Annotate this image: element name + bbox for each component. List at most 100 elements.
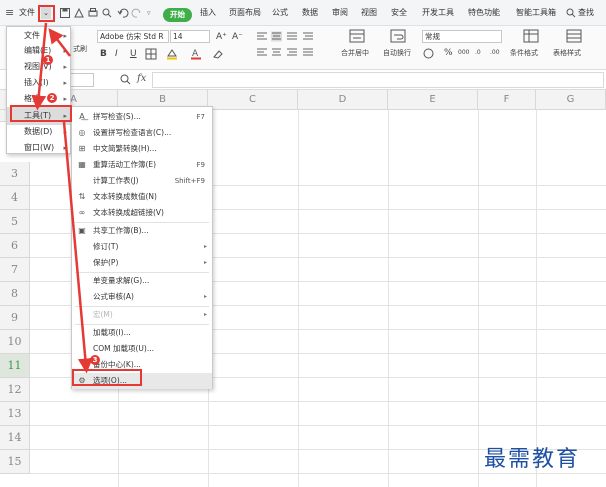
- ribbon-toolbar: 式刷 Adobe 仿宋 Std R 14 A⁺ A⁻ B I U A 合并居中 …: [0, 26, 606, 70]
- menu-item-recalculate-workbook[interactable]: ▦ 重算活动工作簿(E) F9: [72, 157, 212, 173]
- customize-toolbar-chevron-icon[interactable]: ▿: [147, 0, 151, 26]
- row-header-13[interactable]: 13: [0, 402, 30, 426]
- menu-item-formula-auditing[interactable]: 公式审核(A) ▸: [72, 289, 212, 305]
- conditional-format-label[interactable]: 条件格式: [510, 48, 538, 58]
- row-header-10[interactable]: 10: [0, 330, 30, 354]
- menu-item-label: 共享工作簿(B)...: [93, 226, 149, 235]
- menu-item-protect[interactable]: 保护(P) ▸: [72, 255, 212, 271]
- chinese-conversion-icon: ⊞: [78, 144, 86, 153]
- italic-button[interactable]: I: [115, 48, 118, 60]
- number-format-select[interactable]: 常规: [422, 30, 502, 43]
- file-menu-button[interactable]: 文件: [19, 0, 35, 26]
- export-icon[interactable]: [73, 7, 85, 19]
- tab-view[interactable]: 视图: [361, 0, 377, 26]
- row-header-5[interactable]: 5: [0, 210, 30, 234]
- save-icon[interactable]: [59, 7, 71, 19]
- tab-smart-toolbox[interactable]: 智能工具箱: [516, 0, 556, 26]
- menu-item-label: 拼写检查(S)...: [93, 112, 141, 121]
- column-header-c[interactable]: C: [208, 90, 298, 110]
- menu-item-shortcut: F9: [196, 161, 205, 169]
- table-style-icon[interactable]: [566, 29, 582, 43]
- tab-home[interactable]: 开始: [163, 8, 192, 22]
- fill-color-icon[interactable]: [166, 48, 178, 60]
- format-painter-label[interactable]: 式刷: [73, 44, 87, 54]
- insert-function-button[interactable]: fx: [137, 73, 146, 84]
- column-header-f[interactable]: F: [478, 90, 536, 110]
- menu-item-label: 加载项(I)...: [93, 328, 131, 337]
- increase-decimal-icon[interactable]: .0: [475, 47, 481, 59]
- menu-item-share-workbook[interactable]: ▣ 共享工作簿(B)...: [72, 223, 212, 239]
- menu-item-text-to-hyperlink[interactable]: ∞ 文本转换成超链接(V): [72, 205, 212, 221]
- tab-formulas[interactable]: 公式: [272, 0, 288, 26]
- undo-icon[interactable]: [117, 7, 129, 19]
- column-header-g[interactable]: G: [536, 90, 606, 110]
- wrap-text-label[interactable]: 自动换行: [383, 48, 411, 58]
- menu-item-calculate-sheet[interactable]: 计算工作表(J) Shift+F9: [72, 173, 212, 189]
- menu-item-label: 修订(T): [93, 242, 119, 251]
- menu-item-add-ins[interactable]: 加载项(I)...: [72, 325, 212, 341]
- column-header-d[interactable]: D: [298, 90, 388, 110]
- menu-item-label: 重算活动工作簿(E): [93, 160, 157, 169]
- row-header-7[interactable]: 7: [0, 258, 30, 282]
- zoom-lookup-icon[interactable]: [120, 74, 131, 85]
- menu-item-spell-check[interactable]: A͟ 拼写检查(S)... F7: [72, 109, 212, 125]
- wrap-text-icon[interactable]: [390, 29, 406, 43]
- row-header-6[interactable]: 6: [0, 234, 30, 258]
- row-header-12[interactable]: 12: [0, 378, 30, 402]
- menu-item-macro: 宏(M) ▸: [72, 307, 212, 323]
- row-header-11[interactable]: 11: [0, 354, 30, 378]
- menu-item-text-to-number[interactable]: ⇅ 文本转换成数值(N): [72, 189, 212, 205]
- decrease-decimal-icon[interactable]: .00: [490, 47, 500, 59]
- search-button[interactable]: 查找: [578, 0, 594, 26]
- annotation-highlight-options-item: [72, 369, 142, 386]
- print-preview-icon[interactable]: [101, 7, 113, 19]
- borders-icon[interactable]: [145, 48, 157, 60]
- row-header-8[interactable]: 8: [0, 282, 30, 306]
- currency-icon[interactable]: [423, 48, 434, 59]
- row-header-9[interactable]: 9: [0, 306, 30, 330]
- underline-button[interactable]: U: [130, 48, 137, 60]
- thousands-separator-icon[interactable]: 000: [458, 47, 469, 59]
- tab-security[interactable]: 安全: [391, 0, 407, 26]
- formula-input[interactable]: [152, 72, 604, 88]
- alignment-icons[interactable]: [255, 31, 325, 59]
- row-header-14[interactable]: 14: [0, 426, 30, 450]
- menu-item-label: 单变量求解(G)...: [93, 276, 150, 285]
- tab-developer[interactable]: 开发工具: [422, 0, 454, 26]
- hamburger-menu-icon[interactable]: ≡: [5, 0, 14, 26]
- merge-center-label[interactable]: 合并居中: [341, 48, 369, 58]
- font-color-icon[interactable]: A: [190, 48, 202, 60]
- menu-item-label: 文本转换成数值(N): [93, 192, 157, 201]
- tab-insert[interactable]: 插入: [200, 0, 216, 26]
- bold-button[interactable]: B: [100, 48, 107, 60]
- spreadsheet-app: ≡ 文件 ⌄ ▿ 开始 插入 页面布局 公式 数据 审阅 视图 安全 开发工具 …: [0, 0, 606, 487]
- tab-data[interactable]: 数据: [302, 0, 318, 26]
- submenu-arrow-icon: ▸: [203, 293, 207, 300]
- spell-check-icon: A͟: [79, 112, 85, 121]
- tab-special-features[interactable]: 特色功能: [468, 0, 500, 26]
- print-icon[interactable]: [87, 7, 99, 19]
- redo-icon[interactable]: [131, 7, 143, 19]
- menu-item-chinese-conversion[interactable]: ⊞ 中文简繁转换(H)...: [72, 141, 212, 157]
- table-style-label[interactable]: 表格样式: [553, 48, 581, 58]
- submenu-arrow-icon: ▸: [203, 243, 207, 250]
- menu-item-track-changes[interactable]: 修订(T) ▸: [72, 239, 212, 255]
- menu-item-spell-language[interactable]: ◎ 设置拼写检查语言(C)...: [72, 125, 212, 141]
- row-header-15[interactable]: 15: [0, 450, 30, 474]
- merge-center-icon[interactable]: [349, 29, 365, 43]
- tab-review[interactable]: 审阅: [332, 0, 348, 26]
- increase-font-size-button[interactable]: A⁺: [216, 31, 227, 43]
- decrease-font-size-button[interactable]: A⁻: [232, 31, 243, 43]
- font-size-select[interactable]: 14: [170, 30, 210, 43]
- conditional-format-icon[interactable]: [523, 29, 539, 43]
- tab-page-layout[interactable]: 页面布局: [229, 0, 261, 26]
- font-name-select[interactable]: Adobe 仿宋 Std R: [97, 30, 169, 43]
- row-header-3[interactable]: 3: [0, 162, 30, 186]
- file-menu-item-window[interactable]: 窗口(W) ▸: [7, 139, 70, 157]
- menu-item-goal-seek[interactable]: 单变量求解(G)...: [72, 273, 212, 289]
- row-header-4[interactable]: 4: [0, 186, 30, 210]
- column-header-e[interactable]: E: [388, 90, 478, 110]
- search-icon[interactable]: [566, 8, 576, 18]
- clear-format-icon[interactable]: [212, 48, 224, 60]
- percent-button[interactable]: %: [444, 47, 453, 59]
